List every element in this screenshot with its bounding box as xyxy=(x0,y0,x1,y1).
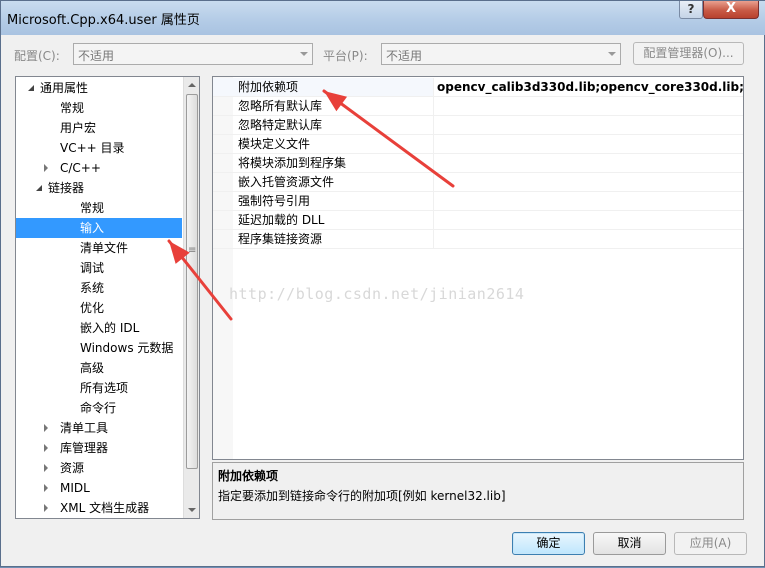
property-pages-dialog: Microsoft.Cpp.x64.user 属性页 ? X 配置(C): 不适… xyxy=(0,0,765,567)
arrow-to-dependencies-shaft xyxy=(322,89,455,188)
arrow-to-input-head xyxy=(169,241,190,264)
arrow-to-dependencies-head xyxy=(324,91,348,112)
annotation-arrows xyxy=(167,89,455,321)
